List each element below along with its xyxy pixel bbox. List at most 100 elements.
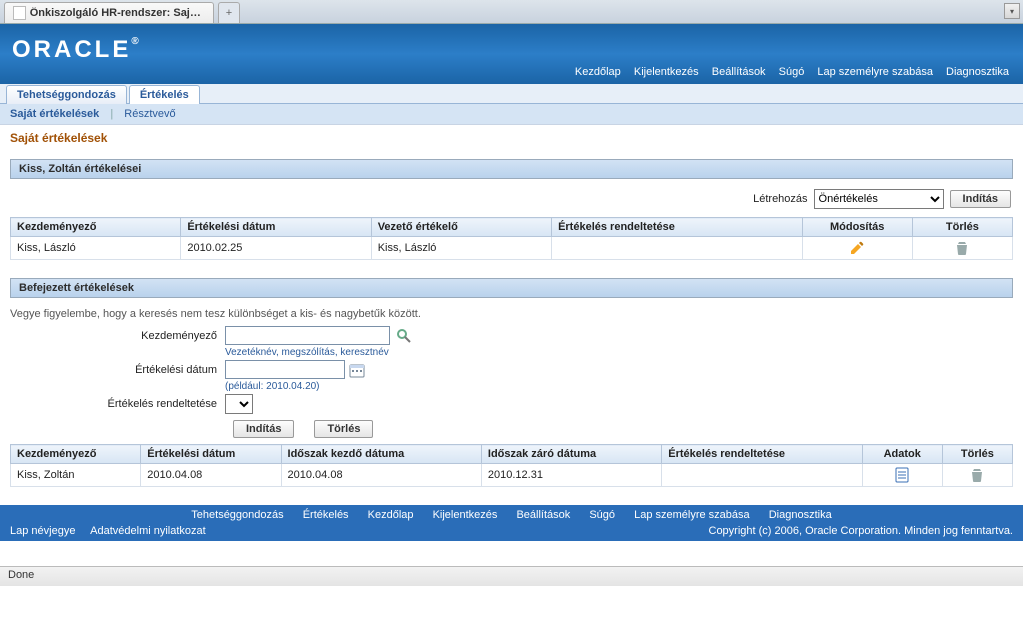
footer-link-diagnostics[interactable]: Diagnosztika: [769, 509, 832, 521]
sub-tabs: Saját értékelések | Résztvevő: [0, 104, 1023, 125]
cell-edit: [802, 237, 912, 260]
status-text: Done: [8, 569, 34, 581]
cell-delete: [942, 464, 1012, 487]
footer-link-privacy[interactable]: Adatvédelmi nyilatkozat: [90, 525, 206, 537]
header-link-personalize[interactable]: Lap személyre szabása: [817, 66, 933, 78]
panel-my-appraisals: Kiss, Zoltán értékelései Létrehozás Önér…: [10, 159, 1013, 266]
oracle-logo-text: ORACLE: [12, 36, 131, 63]
search-date-label: Értékelési dátum: [10, 364, 225, 376]
footer-link-personalize[interactable]: Lap személyre szabása: [634, 509, 750, 521]
tab-appraisal[interactable]: Értékelés: [129, 85, 200, 104]
footer-copyright: Copyright (c) 2006, Oracle Corporation. …: [709, 525, 1014, 537]
col-delete[interactable]: Törlés: [912, 218, 1012, 237]
oracle-header: ORACLE® Kezdőlap Kijelentkezés Beállítás…: [0, 24, 1023, 84]
col-delete[interactable]: Törlés: [942, 445, 1012, 464]
cell-date: 2010.02.25: [181, 237, 371, 260]
col-date[interactable]: Értékelési dátum: [181, 218, 371, 237]
footer-bottom: Lap névjegye Adatvédelmi nyilatkozat Cop…: [0, 523, 1023, 541]
calendar-icon[interactable]: [349, 362, 365, 378]
footer-link-home[interactable]: Kezdőlap: [368, 509, 414, 521]
search-initiator-hint: Vezetéknév, megszólítás, keresztnév: [225, 347, 389, 358]
header-link-home[interactable]: Kezdőlap: [575, 66, 621, 78]
col-edit[interactable]: Módosítás: [802, 218, 912, 237]
details-icon[interactable]: [894, 469, 910, 481]
search-initiator-row: Kezdeményező: [10, 326, 1013, 345]
browser-new-tab-button[interactable]: +: [218, 2, 240, 23]
col-lead[interactable]: Vezető értékelő: [371, 218, 551, 237]
create-label: Létrehozás: [753, 193, 807, 205]
clear-button[interactable]: Törlés: [314, 420, 373, 438]
browser-tab-bar: Önkiszolgáló HR-rendszer: Saját ért... +…: [0, 0, 1023, 24]
cell-purpose: [662, 464, 862, 487]
search-initiator-input[interactable]: [225, 326, 390, 345]
header-link-help[interactable]: Súgó: [779, 66, 805, 78]
search-purpose-row: Értékelés rendeltetése: [10, 394, 1013, 414]
footer-link-settings[interactable]: Beállítások: [516, 509, 570, 521]
col-initiator[interactable]: Kezdeményező: [11, 218, 181, 237]
header-link-diagnostics[interactable]: Diagnosztika: [946, 66, 1009, 78]
trash-icon[interactable]: [969, 469, 985, 481]
tab-talent[interactable]: Tehetséggondozás: [6, 85, 127, 104]
browser-tab-active[interactable]: Önkiszolgáló HR-rendszer: Saját ért...: [4, 2, 214, 23]
trash-icon[interactable]: [954, 242, 970, 254]
sub-tab-my-appraisals[interactable]: Saját értékelések: [10, 108, 99, 120]
create-type-select[interactable]: Önértékelés: [814, 189, 944, 209]
browser-tab-title: Önkiszolgáló HR-rendszer: Saját ért...: [30, 7, 205, 19]
footer-link-talent[interactable]: Tehetséggondozás: [191, 509, 283, 521]
create-row: Létrehozás Önértékelés Indítás: [10, 185, 1013, 217]
search-purpose-select[interactable]: [225, 394, 253, 414]
header-link-logout[interactable]: Kijelentkezés: [634, 66, 699, 78]
footer-links: Tehetséggondozás Értékelés Kezdőlap Kije…: [0, 505, 1023, 523]
panel-completed: Befejezett értékelések Vegye figyelembe,…: [10, 278, 1013, 493]
col-details[interactable]: Adatok: [862, 445, 942, 464]
oracle-logo: ORACLE®: [12, 36, 142, 64]
header-links: Kezdőlap Kijelentkezés Beállítások Súgó …: [565, 66, 1009, 78]
col-purpose[interactable]: Értékelés rendeltetése: [662, 445, 862, 464]
oracle-logo-r: ®: [131, 36, 141, 47]
search-initiator-label: Kezdeményező: [10, 330, 225, 342]
col-initiator[interactable]: Kezdeményező: [11, 445, 141, 464]
table-header-row: Kezdeményező Értékelési dátum Időszak ke…: [11, 445, 1013, 464]
footer-link-help[interactable]: Súgó: [589, 509, 615, 521]
go-button[interactable]: Indítás: [233, 420, 294, 438]
panel-completed-header: Befejezett értékelések: [10, 278, 1013, 298]
cell-date: 2010.04.08: [141, 464, 281, 487]
footer-link-logout[interactable]: Kijelentkezés: [433, 509, 498, 521]
cell-start: 2010.04.08: [281, 464, 481, 487]
footer-link-appraisal[interactable]: Értékelés: [303, 509, 349, 521]
sub-tab-participant[interactable]: Résztvevő: [124, 108, 175, 120]
search-date-row: Értékelési dátum: [10, 360, 1013, 379]
main-tabs: Tehetséggondozás Értékelés: [0, 84, 1023, 104]
browser-status-bar: Done: [0, 566, 1023, 586]
search-date-hint: (például: 2010.04.20): [225, 381, 320, 392]
panel-my-appraisals-header: Kiss, Zoltán értékelései: [10, 159, 1013, 179]
search-icon[interactable]: [396, 328, 412, 344]
col-purpose[interactable]: Értékelés rendeltetése: [552, 218, 803, 237]
cell-lead: Kiss, László: [371, 237, 551, 260]
footer: Tehetséggondozás Értékelés Kezdőlap Kije…: [0, 505, 1023, 541]
pencil-icon[interactable]: [849, 242, 865, 254]
search-initiator-hint-row: Vezetéknév, megszólítás, keresztnév: [10, 347, 1013, 358]
cell-purpose: [552, 237, 803, 260]
table-row: Kiss, László 2010.02.25 Kiss, László: [11, 237, 1013, 260]
cell-delete: [912, 237, 1012, 260]
footer-link-about-page[interactable]: Lap névjegye: [10, 525, 75, 537]
search-date-hint-row: (például: 2010.04.20): [10, 381, 1013, 392]
sub-tab-separator: |: [110, 108, 113, 120]
browser-menu-button[interactable]: ▾: [1004, 3, 1020, 19]
appraisals-table: Kezdeményező Értékelési dátum Vezető ért…: [10, 217, 1013, 260]
table-row: Kiss, Zoltán 2010.04.08 2010.04.08 2010.…: [11, 464, 1013, 487]
search-purpose-label: Értékelés rendeltetése: [10, 398, 225, 410]
col-period-start[interactable]: Időszak kezdő dátuma: [281, 445, 481, 464]
search-note: Vegye figyelembe, hogy a keresés nem tes…: [10, 304, 1013, 326]
header-link-settings[interactable]: Beállítások: [712, 66, 766, 78]
cell-end: 2010.12.31: [481, 464, 661, 487]
page-favicon-icon: [13, 6, 26, 20]
col-period-end[interactable]: Időszak záró dátuma: [481, 445, 661, 464]
search-date-input[interactable]: [225, 360, 345, 379]
table-header-row: Kezdeményező Értékelési dátum Vezető ért…: [11, 218, 1013, 237]
start-button[interactable]: Indítás: [950, 190, 1011, 208]
col-date[interactable]: Értékelési dátum: [141, 445, 281, 464]
completed-table: Kezdeményező Értékelési dátum Időszak ke…: [10, 444, 1013, 487]
cell-initiator: Kiss, László: [11, 237, 181, 260]
